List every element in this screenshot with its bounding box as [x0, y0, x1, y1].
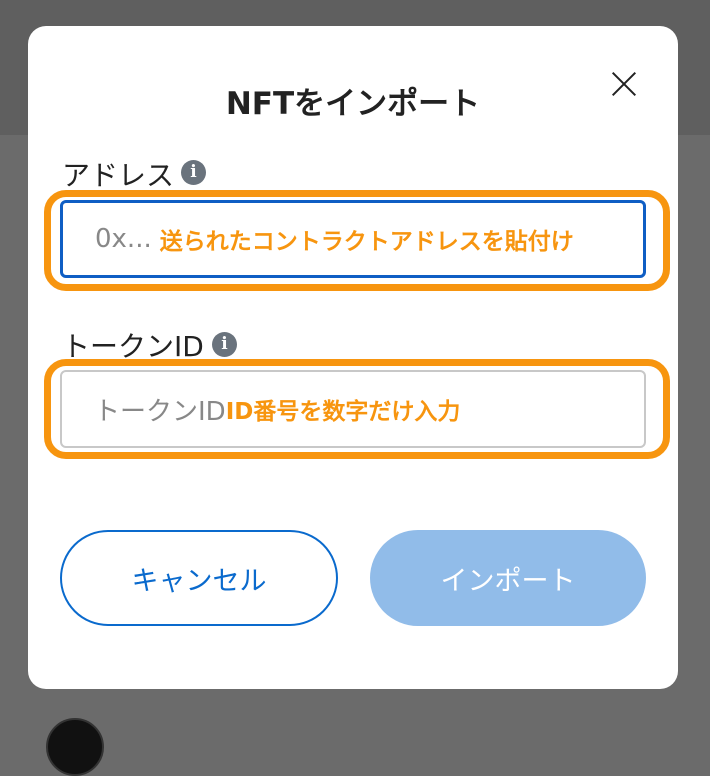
token-id-placeholder: トークンID: [94, 396, 226, 427]
cancel-button-label: キャンセル: [131, 565, 267, 597]
address-placeholder: 0x...: [95, 224, 152, 254]
token-id-annotation: ID番号を数字だけ入力: [225, 399, 461, 425]
import-button-label: インポート: [440, 565, 576, 597]
dialog-title: NFTをインポート: [225, 86, 481, 122]
token-id-input[interactable]: トークンID ID番号を数字だけ入力: [60, 370, 646, 448]
address-input[interactable]: 0x... 送られたコントラクトアドレスを貼付け: [60, 200, 646, 278]
cancel-button[interactable]: キャンセル: [60, 530, 338, 626]
close-icon[interactable]: [606, 66, 642, 102]
address-annotation: 送られたコントラクトアドレスを貼付け: [159, 229, 574, 255]
import-nft-dialog: NFTをインポート アドレス i 0x... 送られたコントラクトアドレスを貼付…: [28, 26, 678, 689]
info-icon[interactable]: i: [212, 332, 237, 357]
info-icon[interactable]: i: [181, 160, 206, 185]
address-label: アドレス: [62, 159, 175, 192]
background-avatar: [46, 718, 104, 776]
import-button[interactable]: インポート: [370, 530, 646, 626]
